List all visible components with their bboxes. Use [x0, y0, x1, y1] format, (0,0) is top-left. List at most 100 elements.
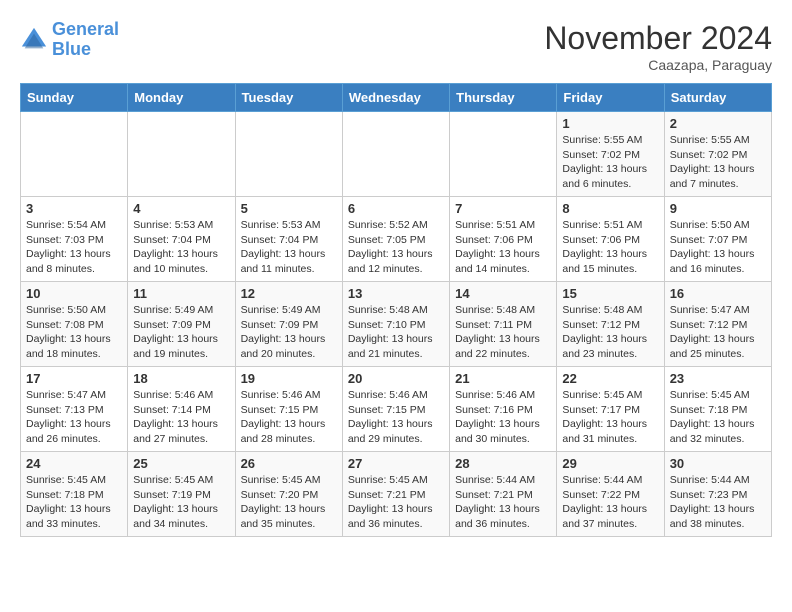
cell-info: Sunrise: 5:51 AM Sunset: 7:06 PM Dayligh…: [455, 218, 551, 277]
day-number: 23: [670, 371, 766, 386]
logo-icon: [20, 26, 48, 54]
day-number: 9: [670, 201, 766, 216]
day-number: 29: [562, 456, 658, 471]
cell-info: Sunrise: 5:53 AM Sunset: 7:04 PM Dayligh…: [133, 218, 229, 277]
cell-info: Sunrise: 5:54 AM Sunset: 7:03 PM Dayligh…: [26, 218, 122, 277]
calendar-cell: [235, 112, 342, 197]
logo-line1: General: [52, 19, 119, 39]
calendar-cell: 20Sunrise: 5:46 AM Sunset: 7:15 PM Dayli…: [342, 367, 449, 452]
calendar-cell: 9 Sunrise: 5:50 AM Sunset: 7:07 PM Daylig…: [664, 197, 771, 282]
day-number: 20: [348, 371, 444, 386]
cell-info: Sunrise: 5:50 AM Sunset: 7:07 PM Dayligh…: [670, 218, 766, 277]
weekday-header: Friday: [557, 84, 664, 112]
calendar-cell: 30 Sunrise: 5:44 AM Sunset: 7:23 PM Dayli…: [664, 452, 771, 537]
calendar-cell: 29 Sunrise: 5:44 AM Sunset: 7:22 PM Dayli…: [557, 452, 664, 537]
calendar-cell: 17 Sunrise: 5:47 AM Sunset: 7:13 PM Dayli…: [21, 367, 128, 452]
cell-info: Sunrise: 5:44 AM Sunset: 7:23 PM Dayligh…: [670, 473, 766, 532]
calendar-week-row: 1 Sunrise: 5:55 AM Sunset: 7:02 PM Daylig…: [21, 112, 772, 197]
day-number: 14: [455, 286, 551, 301]
cell-info: Sunrise: 5:55 AM Sunset: 7:02 PM Dayligh…: [670, 133, 766, 192]
weekday-header: Wednesday: [342, 84, 449, 112]
calendar-cell: 22 Sunrise: 5:45 AM Sunset: 7:17 PM Dayli…: [557, 367, 664, 452]
month-title: November 2024: [544, 20, 772, 57]
day-number: 8: [562, 201, 658, 216]
calendar-cell: 24Sunrise: 5:45 AM Sunset: 7:18 PM Dayli…: [21, 452, 128, 537]
weekday-header: Thursday: [450, 84, 557, 112]
cell-info: Sunrise: 5:48 AM Sunset: 7:10 PM Dayligh…: [348, 303, 444, 362]
day-number: 22: [562, 371, 658, 386]
calendar-cell: 3 Sunrise: 5:54 AM Sunset: 7:03 PM Daylig…: [21, 197, 128, 282]
calendar-cell: 26 Sunrise: 5:45 AM Sunset: 7:20 PM Dayli…: [235, 452, 342, 537]
cell-info: Sunrise: 5:51 AM Sunset: 7:06 PM Dayligh…: [562, 218, 658, 277]
day-number: 28: [455, 456, 551, 471]
day-number: 30: [670, 456, 766, 471]
cell-info: Sunrise: 5:46 AM Sunset: 7:14 PM Dayligh…: [133, 388, 229, 447]
calendar-cell: 13 Sunrise: 5:48 AM Sunset: 7:10 PM Dayli…: [342, 282, 449, 367]
day-number: 10: [26, 286, 122, 301]
calendar-cell: 28Sunrise: 5:44 AM Sunset: 7:21 PM Dayli…: [450, 452, 557, 537]
day-number: 16: [670, 286, 766, 301]
calendar-cell: 8 Sunrise: 5:51 AM Sunset: 7:06 PM Daylig…: [557, 197, 664, 282]
weekday-header: Sunday: [21, 84, 128, 112]
weekday-header: Saturday: [664, 84, 771, 112]
calendar-cell: [21, 112, 128, 197]
calendar-cell: 23Sunrise: 5:45 AM Sunset: 7:18 PM Dayli…: [664, 367, 771, 452]
calendar-cell: 18 Sunrise: 5:46 AM Sunset: 7:14 PM Dayli…: [128, 367, 235, 452]
cell-info: Sunrise: 5:45 AM Sunset: 7:19 PM Dayligh…: [133, 473, 229, 532]
calendar-cell: 7Sunrise: 5:51 AM Sunset: 7:06 PM Daylig…: [450, 197, 557, 282]
day-number: 15: [562, 286, 658, 301]
cell-info: Sunrise: 5:48 AM Sunset: 7:12 PM Dayligh…: [562, 303, 658, 362]
calendar-cell: 5Sunrise: 5:53 AM Sunset: 7:04 PM Daylig…: [235, 197, 342, 282]
weekday-header-row: SundayMondayTuesdayWednesdayThursdayFrid…: [21, 84, 772, 112]
calendar-week-row: 17 Sunrise: 5:47 AM Sunset: 7:13 PM Dayli…: [21, 367, 772, 452]
cell-info: Sunrise: 5:44 AM Sunset: 7:22 PM Dayligh…: [562, 473, 658, 532]
day-number: 2: [670, 116, 766, 131]
cell-info: Sunrise: 5:52 AM Sunset: 7:05 PM Dayligh…: [348, 218, 444, 277]
cell-info: Sunrise: 5:45 AM Sunset: 7:20 PM Dayligh…: [241, 473, 337, 532]
calendar-cell: 4 Sunrise: 5:53 AM Sunset: 7:04 PM Daylig…: [128, 197, 235, 282]
day-number: 25: [133, 456, 229, 471]
weekday-header: Tuesday: [235, 84, 342, 112]
calendar-cell: [342, 112, 449, 197]
logo: General Blue: [20, 20, 119, 60]
calendar-cell: [128, 112, 235, 197]
cell-info: Sunrise: 5:47 AM Sunset: 7:13 PM Dayligh…: [26, 388, 122, 447]
day-number: 11: [133, 286, 229, 301]
calendar-cell: 21 Sunrise: 5:46 AM Sunset: 7:16 PM Dayli…: [450, 367, 557, 452]
cell-info: Sunrise: 5:47 AM Sunset: 7:12 PM Dayligh…: [670, 303, 766, 362]
day-number: 13: [348, 286, 444, 301]
calendar-cell: 15 Sunrise: 5:48 AM Sunset: 7:12 PM Dayli…: [557, 282, 664, 367]
location-subtitle: Caazapa, Paraguay: [544, 57, 772, 73]
cell-info: Sunrise: 5:46 AM Sunset: 7:16 PM Dayligh…: [455, 388, 551, 447]
cell-info: Sunrise: 5:45 AM Sunset: 7:21 PM Dayligh…: [348, 473, 444, 532]
day-number: 24: [26, 456, 122, 471]
weekday-header: Monday: [128, 84, 235, 112]
cell-info: Sunrise: 5:45 AM Sunset: 7:17 PM Dayligh…: [562, 388, 658, 447]
cell-info: Sunrise: 5:46 AM Sunset: 7:15 PM Dayligh…: [241, 388, 337, 447]
day-number: 17: [26, 371, 122, 386]
calendar-cell: 12Sunrise: 5:49 AM Sunset: 7:09 PM Dayli…: [235, 282, 342, 367]
cell-info: Sunrise: 5:49 AM Sunset: 7:09 PM Dayligh…: [241, 303, 337, 362]
calendar-cell: 19 Sunrise: 5:46 AM Sunset: 7:15 PM Dayli…: [235, 367, 342, 452]
day-number: 3: [26, 201, 122, 216]
day-number: 18: [133, 371, 229, 386]
day-number: 6: [348, 201, 444, 216]
day-number: 1: [562, 116, 658, 131]
calendar-week-row: 24Sunrise: 5:45 AM Sunset: 7:18 PM Dayli…: [21, 452, 772, 537]
calendar-cell: 10Sunrise: 5:50 AM Sunset: 7:08 PM Dayli…: [21, 282, 128, 367]
calendar-cell: 14 Sunrise: 5:48 AM Sunset: 7:11 PM Dayli…: [450, 282, 557, 367]
calendar-week-row: 3 Sunrise: 5:54 AM Sunset: 7:03 PM Daylig…: [21, 197, 772, 282]
cell-info: Sunrise: 5:48 AM Sunset: 7:11 PM Dayligh…: [455, 303, 551, 362]
calendar-cell: 27 Sunrise: 5:45 AM Sunset: 7:21 PM Dayli…: [342, 452, 449, 537]
day-number: 19: [241, 371, 337, 386]
calendar-cell: 16 Sunrise: 5:47 AM Sunset: 7:12 PM Dayli…: [664, 282, 771, 367]
day-number: 26: [241, 456, 337, 471]
calendar-cell: 25 Sunrise: 5:45 AM Sunset: 7:19 PM Dayli…: [128, 452, 235, 537]
day-number: 27: [348, 456, 444, 471]
calendar-cell: 1Sunrise: 5:55 AM Sunset: 7:02 PM Daylig…: [557, 112, 664, 197]
page-header: General Blue November 2024 Caazapa, Para…: [20, 20, 772, 73]
calendar-cell: [450, 112, 557, 197]
title-block: November 2024 Caazapa, Paraguay: [544, 20, 772, 73]
day-number: 4: [133, 201, 229, 216]
day-number: 21: [455, 371, 551, 386]
